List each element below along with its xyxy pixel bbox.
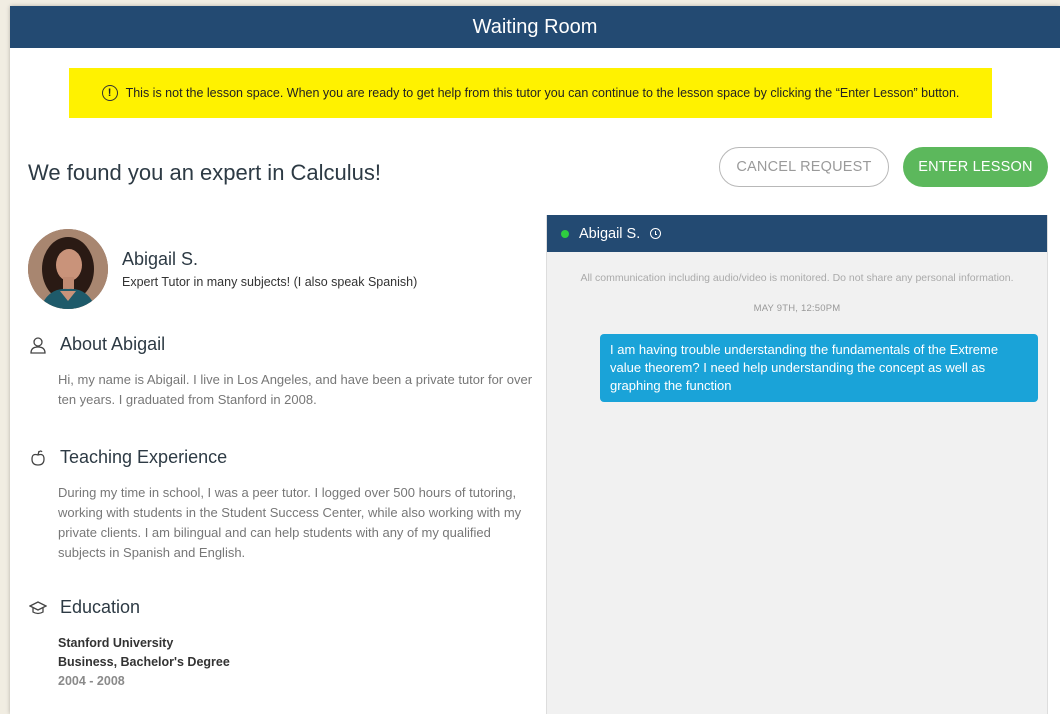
teaching-title: Teaching Experience bbox=[60, 447, 228, 467]
notice-banner: ! This is not the lesson space. When you… bbox=[69, 68, 992, 118]
chat-tutor-name: Abigail S. bbox=[579, 225, 641, 242]
about-title: About Abigail bbox=[60, 334, 166, 354]
tutor-name: Abigail S. bbox=[122, 249, 199, 269]
person-icon bbox=[28, 335, 48, 355]
page-title: Waiting Room bbox=[472, 15, 598, 38]
education-degree: Business, Bachelor's Degree bbox=[58, 655, 230, 669]
education-school: Stanford University bbox=[58, 636, 174, 650]
education-section-title: Education bbox=[28, 597, 140, 618]
about-section-title: About Abigail bbox=[28, 334, 165, 355]
match-headline: We found you an expert in Calculus! bbox=[28, 160, 382, 185]
teaching-text: During my time in school, I was a peer t… bbox=[58, 485, 522, 560]
waiting-room-window: Waiting Room ! This is not the lesson sp… bbox=[10, 6, 1060, 714]
teaching-section-title: Teaching Experience bbox=[28, 447, 227, 468]
graduation-cap-icon bbox=[28, 598, 48, 618]
tutor-tagline: Expert Tutor in many subjects! (I also s… bbox=[122, 275, 418, 289]
about-text: Hi, my name is Abigail. I live in Los An… bbox=[58, 372, 533, 407]
education-years: 2004 - 2008 bbox=[58, 674, 125, 688]
apple-icon bbox=[28, 448, 48, 468]
education-title: Education bbox=[60, 597, 141, 617]
notice-text: This is not the lesson space. When you a… bbox=[125, 86, 960, 100]
cancel-request-button[interactable]: CANCEL REQUEST bbox=[719, 147, 889, 187]
avatar-portrait bbox=[28, 229, 108, 309]
top-bar: Waiting Room bbox=[10, 6, 1060, 48]
chat-header: Abigail S. bbox=[547, 215, 1047, 252]
online-status-dot bbox=[561, 229, 569, 238]
chat-message-bubble: I am having trouble understanding the fu… bbox=[600, 334, 1038, 402]
tutor-avatar bbox=[28, 229, 108, 309]
enter-lesson-button[interactable]: ENTER LESSON bbox=[903, 147, 1048, 187]
education-details: Stanford University Business, Bachelor's… bbox=[58, 634, 230, 691]
info-icon: ! bbox=[101, 85, 118, 101]
chat-disclaimer: All communication including audio/video … bbox=[580, 272, 1014, 284]
chat-panel: Abigail S. All communication including a… bbox=[546, 215, 1048, 714]
clock-icon bbox=[650, 228, 662, 239]
chat-date-stamp: MAY 9TH, 12:50PM bbox=[753, 303, 841, 314]
